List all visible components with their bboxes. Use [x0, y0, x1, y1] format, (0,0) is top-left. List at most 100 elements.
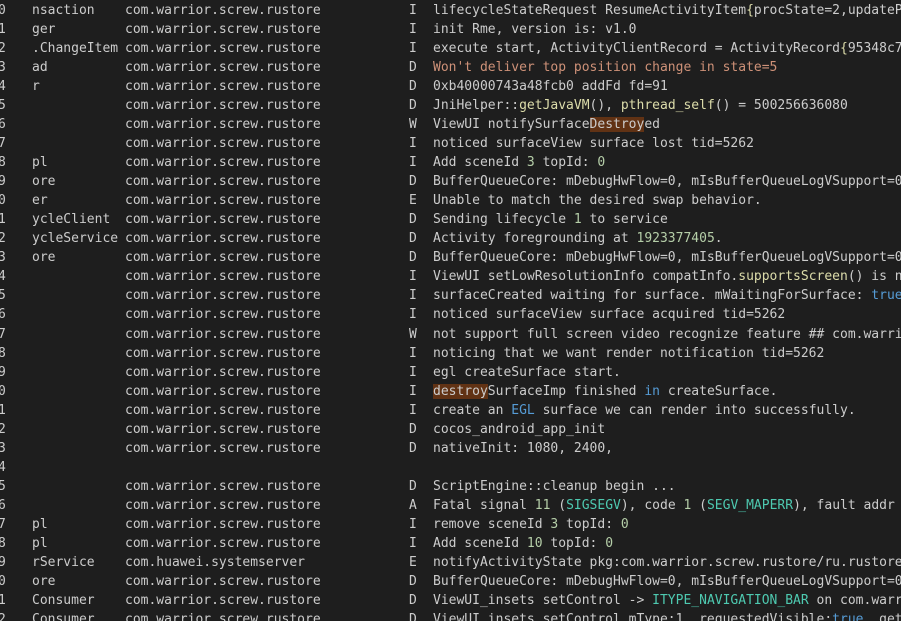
log-row[interactable]: 4 r com.warrior.screw.rustore D 0xb40000743a… [0, 77, 901, 96]
log-message: Won't deliver top position change in sta… [433, 58, 777, 77]
log-level: D [409, 231, 417, 247]
log-row[interactable]: 0 er com.warrior.screw.rustore E Unable to m… [0, 191, 901, 210]
log-message-token: , getL [863, 611, 901, 621]
log-level: E [409, 554, 417, 570]
log-package: com.warrior.screw.rustore [125, 402, 321, 418]
log-message-token: cocos_android_app_init [433, 421, 606, 437]
log-row[interactable]: 6 com.warrior.screw.rustore A Fatal signal … [0, 496, 901, 515]
log-row[interactable]: 1 ycleClient com.warrior.screw.rustore D Sen… [0, 210, 901, 229]
log-row[interactable]: 9 ore com.warrior.screw.rustore D BufferQueu… [0, 172, 901, 191]
log-message-token: 0 [620, 516, 629, 532]
log-row[interactable]: 8 pl com.warrior.screw.rustore I Add sceneId… [0, 153, 901, 172]
log-row[interactable]: 4 com.warrior.screw.rustore I ViewUI setLow… [0, 267, 901, 286]
log-message-token: 0 [597, 155, 606, 171]
log-row[interactable]: 1 Consumer com.warrior.screw.rustore D ViewU… [0, 591, 901, 610]
log-row[interactable]: 5 com.warrior.screw.rustore IsurfaceCreate… [0, 286, 901, 305]
log-row[interactable]: 5 com.warrior.screw.rustore D JniHelper::ge… [0, 96, 901, 115]
log-package: com.warrior.screw.rustore [125, 231, 321, 247]
log-message-token: createSurface. [660, 383, 778, 399]
log-message: ScriptEngine::cleanup begin ... [433, 477, 676, 496]
log-level: I [409, 288, 417, 304]
log-tag: Consumer [32, 611, 95, 621]
log-package: com.warrior.screw.rustore [125, 3, 321, 18]
logcat-output-panel[interactable]: 0 nsaction com.warrior.screw.rustore Ilifec… [0, 0, 901, 621]
log-line-number: 2 [0, 421, 6, 437]
log-message-token: () = 500256636080 [714, 98, 848, 114]
log-line-number: 2 [0, 611, 6, 621]
log-row[interactable]: 0 nsaction com.warrior.screw.rustore Ilifec… [0, 1, 901, 20]
log-message: not support full screen video recognize … [433, 325, 901, 344]
log-package: com.warrior.screw.rustore [125, 611, 321, 621]
log-row[interactable]: 0 com.warrior.screw.rustore IdestroySurfac… [0, 382, 901, 401]
log-row[interactable]: 7 pl com.warrior.screw.rustore Iremove scen… [0, 515, 901, 534]
log-row[interactable]: 7 com.warrior.screw.rustore Inoticed surfa… [0, 134, 901, 153]
log-line-number: 4 [0, 269, 6, 285]
log-message-token: Add sceneId [433, 535, 527, 551]
log-row[interactable]: 2 ycleService com.warrior.screw.rustore D Ac… [0, 229, 901, 248]
log-tag: ore [32, 250, 56, 266]
log-row[interactable]: 6 com.warrior.screw.rustore Inoticed surfa… [0, 305, 901, 324]
log-message-token: JniHelper:: [433, 98, 520, 114]
log-level: D [409, 174, 417, 190]
log-row[interactable]: 9 com.warrior.screw.rustore Iegl createSur… [0, 363, 901, 382]
log-package: com.warrior.screw.rustore [125, 193, 321, 209]
log-message-token: ed [644, 117, 660, 133]
log-row[interactable]: 8 com.warrior.screw.rustore Inoticing that… [0, 344, 901, 363]
log-row[interactable]: 9 rService com.huawei.systemserver EnotifyA… [0, 553, 901, 572]
log-message-token: noticing that we want render notificatio… [433, 345, 825, 361]
log-row[interactable]: 2 .ChangeItem com.warrior.screw.rustore Iex… [0, 39, 901, 58]
log-level: D [409, 98, 417, 114]
log-package: com.huawei.systemserver [125, 554, 306, 570]
log-tag: Consumer [32, 592, 95, 608]
log-row[interactable]: 8 pl com.warrior.screw.rustore I Add sceneId… [0, 534, 901, 553]
log-message-token: Sending lifecycle [433, 212, 574, 228]
log-level: D [409, 60, 417, 76]
log-package: com.warrior.screw.rustore [125, 573, 321, 589]
log-row[interactable]: 3 ore com.warrior.screw.rustore D BufferQueu… [0, 248, 901, 267]
log-row[interactable]: 5 com.warrior.screw.rustore D ScriptEngine:… [0, 477, 901, 496]
log-row[interactable]: 0 ore com.warrior.screw.rustore D BufferQueu… [0, 572, 901, 591]
log-message-token: init Rme, version is: v1.0 [433, 22, 637, 38]
log-message-token: noticed surfaceView surface acquired tid… [433, 307, 786, 323]
log-row[interactable]: 1 com.warrior.screw.rustore Icreate an EGL… [0, 401, 901, 420]
log-message-token: Add sceneId [433, 155, 527, 171]
log-tag: pl [32, 155, 48, 171]
log-message: Sending lifecycle 1 to service [433, 210, 668, 229]
log-message: create an EGL surface we can render into… [433, 401, 856, 420]
log-message-token: surface we can render into successfully. [534, 402, 856, 418]
log-message: cocos_android_app_init [433, 420, 605, 439]
log-row[interactable]: 7 com.warrior.screw.rustore Wnot support f… [0, 325, 901, 344]
log-message: noticing that we want render notificatio… [433, 344, 824, 363]
log-message-token: () is no [847, 269, 901, 285]
log-message-token: { [840, 41, 848, 57]
log-message-token: SurfaceImp finished [487, 383, 645, 399]
log-package: com.warrior.screw.rustore [125, 250, 321, 266]
log-row[interactable]: 1 ger com.warrior.screw.rustore Iinit Rme, … [0, 20, 901, 39]
log-message: init Rme, version is: v1.0 [433, 20, 637, 39]
log-row[interactable]: 2 Consumer com.warrior.screw.rustore D ViewU… [0, 610, 901, 621]
log-row[interactable]: 3 com.warrior.screw.rustore DnativeInit: 1… [0, 439, 901, 458]
log-row[interactable]: 3 ad com.warrior.screw.rustore D Won't deliv… [0, 58, 901, 77]
log-package: com.warrior.screw.rustore [125, 136, 321, 152]
log-level: I [409, 516, 417, 532]
log-message-token: procState=2,updatePro [753, 3, 901, 18]
log-message-token: 1 [573, 212, 582, 228]
log-line-number: 0 [0, 383, 6, 399]
log-line-number: 4 [0, 459, 6, 475]
log-level: W [409, 117, 417, 133]
log-line-number: 8 [0, 345, 6, 361]
log-level: E [409, 193, 417, 209]
log-message: ViewUI notifySurfaceDestroyed [433, 115, 660, 134]
log-message: Add sceneId 3 topId: 0 [433, 153, 605, 172]
log-package: com.warrior.screw.rustore [125, 307, 321, 323]
log-package: com.warrior.screw.rustore [125, 440, 321, 456]
log-message: Fatal signal 11 (SIGSEGV), code 1 (SEGV_… [433, 496, 901, 515]
log-row[interactable]: 2 com.warrior.screw.rustore Dcocos_android… [0, 420, 901, 439]
log-package: com.warrior.screw.rustore [125, 41, 321, 57]
log-message: BufferQueueCore: mDebugHwFlow=0, mIsBuff… [433, 248, 901, 267]
log-message-token: ViewUI notifySurface [433, 117, 590, 133]
log-level: D [409, 250, 417, 266]
log-row[interactable]: 6 com.warrior.screw.rustore W ViewUI notify… [0, 115, 901, 134]
log-line-number: 0 [0, 573, 6, 589]
log-row[interactable]: 4 [0, 458, 901, 477]
